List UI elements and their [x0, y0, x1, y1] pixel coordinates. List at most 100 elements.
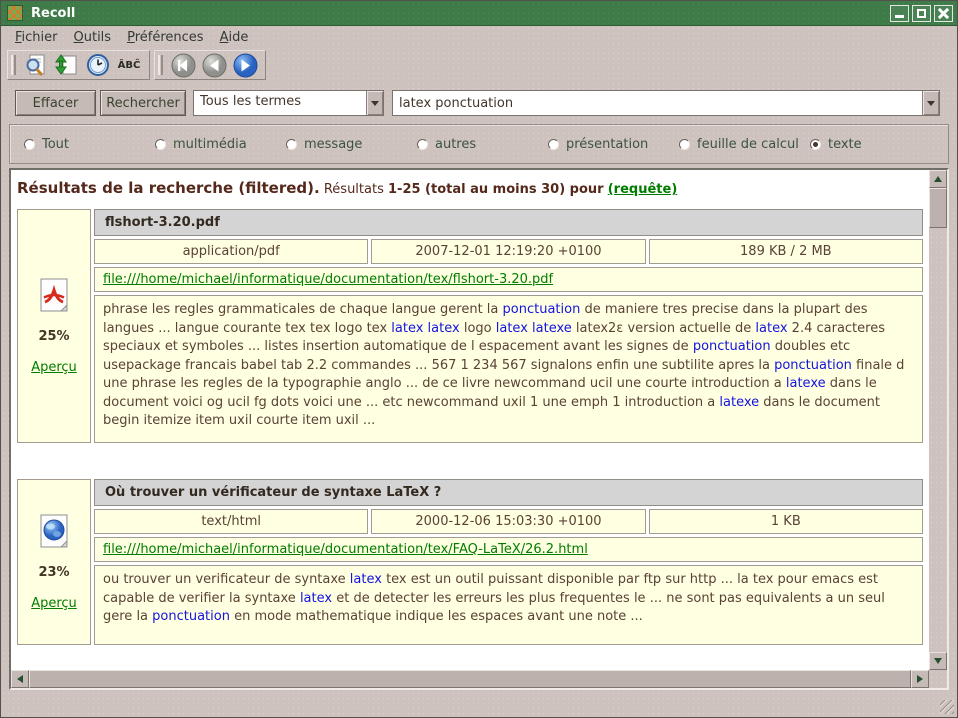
previous-page-button[interactable] [201, 52, 227, 78]
window-title: Recoll [31, 6, 890, 21]
filter-autres[interactable]: autres [417, 137, 548, 152]
radio-icon [810, 139, 821, 150]
toolbar-handle[interactable] [11, 55, 16, 75]
query-dropdown-button[interactable] [922, 91, 939, 115]
status-bar [1, 690, 957, 717]
recoll-window: Recoll Fichier Outils Préférences Aide [0, 0, 958, 718]
scroll-right-button[interactable] [911, 670, 929, 688]
arrow-up-icon [934, 176, 942, 182]
menu-outils[interactable]: Outils [66, 28, 120, 47]
result-title[interactable]: flshort-3.20.pdf [94, 209, 923, 236]
filter-message[interactable]: message [286, 137, 417, 152]
tool-bar: ÂBĈ [1, 48, 957, 82]
results-frame: Résultats de la recherche (filtered). Ré… [9, 168, 949, 690]
menu-preferences[interactable]: Préférences [119, 28, 211, 47]
html-file-icon [36, 513, 72, 551]
filter-label: multimédia [173, 137, 247, 152]
toolbar-handle[interactable] [158, 55, 163, 75]
term-explorer-button[interactable]: ÂBĈ [116, 52, 142, 78]
filter-label: feuille de calcul [697, 137, 799, 152]
menu-aide[interactable]: Aide [212, 28, 257, 47]
document-search-icon [24, 53, 48, 77]
results-header: Résultats de la recherche (filtered). Ré… [11, 170, 929, 197]
chevron-down-icon [927, 101, 935, 106]
close-icon [938, 8, 949, 19]
query-link[interactable]: (requête) [608, 182, 678, 197]
vertical-scrollbar[interactable] [929, 170, 947, 670]
resize-grip-icon[interactable] [940, 700, 954, 714]
search-mode-value: Tous les termes [194, 91, 366, 115]
result-url-link[interactable]: file:///home/michael/informatique/docume… [103, 272, 553, 287]
next-page-icon [233, 53, 258, 78]
radio-icon [548, 139, 559, 150]
scroll-left-button[interactable] [11, 670, 29, 688]
filter-tout[interactable]: Tout [24, 137, 155, 152]
preview-link[interactable]: Aperçu [31, 596, 77, 611]
search-button[interactable]: Rechercher [100, 90, 186, 116]
horizontal-scrollbar-thumb[interactable] [29, 670, 911, 688]
result-date: 2000-12-06 15:03:30 +0100 [371, 509, 645, 534]
previous-page-icon [202, 53, 227, 78]
spellcheck-icon: ÂBĈ [118, 60, 141, 71]
result-mime: text/html [94, 509, 368, 534]
search-mode-dropdown-button[interactable] [366, 91, 383, 115]
filter-feuille-de-calcul[interactable]: feuille de calcul [679, 137, 810, 152]
title-bar[interactable]: Recoll [1, 1, 957, 26]
filter-texte[interactable]: texte [810, 137, 941, 152]
result-snippet: phrase les regles grammaticales de chaqu… [94, 295, 923, 443]
result-meta-row: text/html 2000-12-06 15:03:30 +0100 1 KB [94, 509, 923, 534]
recoll-app-icon [7, 5, 23, 21]
result-2-main: Où trouver un vérificateur de syntaxe La… [94, 479, 923, 645]
filter-multimedia[interactable]: multimédia [155, 137, 286, 152]
results-list: Résultats de la recherche (filtered). Ré… [11, 170, 929, 670]
result-2-side: 23% Aperçu [17, 479, 91, 645]
query-combobox[interactable] [392, 90, 940, 116]
scroll-down-button[interactable] [929, 652, 947, 670]
result-mime: application/pdf [94, 239, 368, 264]
search-mode-select[interactable]: Tous les termes [193, 90, 384, 116]
menu-fichier[interactable]: Fichier [7, 28, 66, 47]
maximize-button[interactable] [912, 5, 931, 22]
menu-bar: Fichier Outils Préférences Aide [1, 26, 957, 48]
vertical-scrollbar-thumb[interactable] [929, 188, 947, 228]
pdf-file-icon [36, 277, 72, 315]
results-range: 1-25 (total au moins 30) pour [388, 182, 604, 197]
sort-document-icon [55, 53, 79, 77]
filter-label: message [304, 137, 362, 152]
next-page-button[interactable] [232, 52, 258, 78]
filter-label: texte [828, 137, 862, 152]
results-title: Résultats de la recherche (filtered). [17, 179, 320, 197]
close-button[interactable] [934, 5, 953, 22]
clear-button[interactable]: Effacer [15, 90, 96, 116]
arrow-left-icon [17, 675, 23, 683]
radio-icon [24, 139, 35, 150]
horizontal-scrollbar[interactable] [11, 670, 929, 688]
document-search-button[interactable] [23, 52, 49, 78]
query-input[interactable] [393, 91, 922, 115]
filter-label: présentation [566, 137, 648, 152]
toolbar-group-tools: ÂBĈ [7, 50, 150, 80]
scrollbar-corner [929, 670, 947, 688]
first-page-button[interactable] [170, 52, 196, 78]
relevance-percent: 23% [38, 565, 69, 580]
arrow-down-icon [934, 658, 942, 664]
result-meta-row: application/pdf 2007-12-01 12:19:20 +010… [94, 239, 923, 264]
result-row-2: 23% Aperçu Où trouver un vérificateur de… [17, 479, 923, 645]
result-1-main: flshort-3.20.pdf application/pdf 2007-12… [94, 209, 923, 443]
result-url-row: file:///home/michael/informatique/docume… [94, 537, 923, 562]
result-url-link[interactable]: file:///home/michael/informatique/docume… [103, 542, 588, 557]
preview-link[interactable]: Aperçu [31, 360, 77, 375]
scroll-up-button[interactable] [929, 170, 947, 188]
results-prefix: Résultats [324, 182, 384, 197]
filter-presentation[interactable]: présentation [548, 137, 679, 152]
result-1-side: 25% Aperçu [17, 209, 91, 443]
toolbar-group-nav [154, 50, 266, 80]
history-clock-icon [86, 53, 110, 77]
radio-icon [417, 139, 428, 150]
minimize-button[interactable] [890, 5, 909, 22]
history-button[interactable] [85, 52, 111, 78]
sort-parameters-button[interactable] [54, 52, 80, 78]
result-title[interactable]: Où trouver un vérificateur de syntaxe La… [94, 479, 923, 506]
radio-icon [679, 139, 690, 150]
first-page-icon [171, 53, 196, 78]
